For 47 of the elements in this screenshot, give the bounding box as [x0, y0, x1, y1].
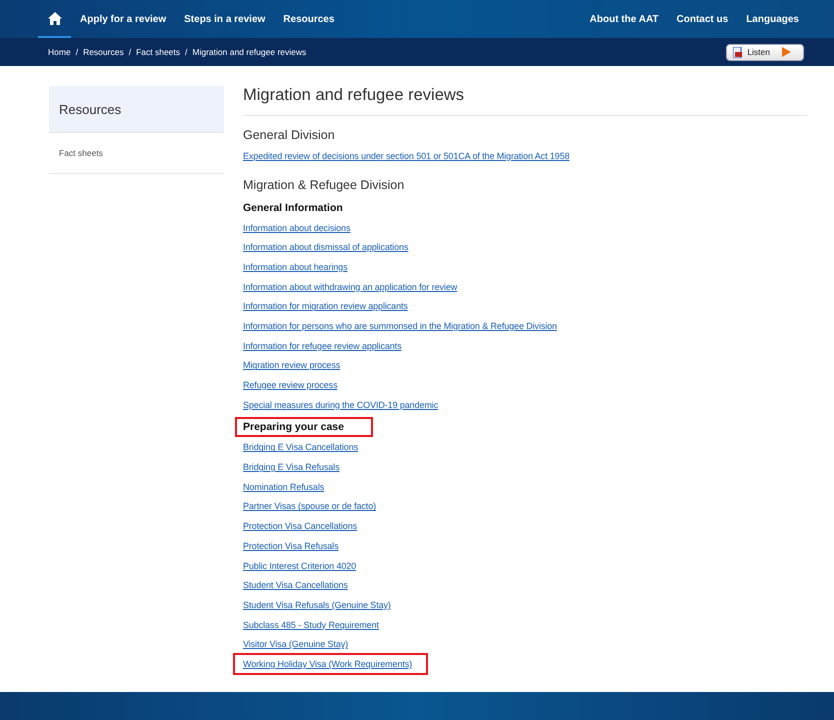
fact-sheet-link[interactable]: Partner Visas (spouse or de facto) [243, 501, 376, 512]
fact-sheet-link[interactable]: Special measures during the COVID-19 pandemic [243, 400, 438, 410]
fact-sheet-link[interactable]: Bridging E Visa Refusals [243, 462, 340, 472]
speaker-icon [733, 46, 744, 58]
fact-sheet-link[interactable]: Protection Visa Cancellations [243, 521, 357, 532]
fact-sheet-link[interactable]: Nomination Refusals [243, 482, 324, 492]
fact-sheet-link[interactable]: Student Visa Refusals (Genuine Stay) [243, 600, 391, 610]
fact-sheet-link[interactable]: Public Interest Criterion 4020 [243, 560, 356, 571]
fact-sheet-link[interactable]: Information about dismissal of applications [243, 242, 408, 252]
breadcrumb-link[interactable]: Home [48, 47, 71, 57]
nav-link[interactable]: Languages [737, 0, 808, 38]
division-heading: Migration & Refugee Division [243, 178, 406, 192]
fact-sheet-link[interactable]: Student Visa Cancellations [243, 580, 348, 590]
breadcrumb-link[interactable]: Resources [83, 47, 124, 57]
fact-sheet-link[interactable]: Information about hearings [243, 262, 348, 272]
fact-sheet-link[interactable]: Information about decisions [243, 222, 350, 233]
nav-link[interactable]: Resources [274, 0, 344, 38]
section-heading: General Information [243, 200, 343, 215]
breadcrumb-separator: / [185, 47, 188, 57]
fact-sheet-link[interactable]: Information for persons who are summonsed in the Migration & Refugee Division [243, 320, 557, 331]
fact-sheet-link[interactable]: Bridging E Visa Cancellations [243, 442, 358, 452]
breadcrumb-separator: / [128, 47, 132, 57]
fact-sheet-link[interactable]: Migration review process [243, 360, 340, 370]
sidebar-heading: Resources [49, 86, 224, 133]
fact-sheet-link[interactable]: Protection Visa Refusals [243, 540, 338, 551]
fact-sheet-link[interactable]: Refugee review process [243, 380, 338, 390]
breadcrumb-link[interactable]: Fact sheets [136, 47, 180, 57]
fact-sheet-link[interactable]: Working Holiday Visa (Work Requirements) [243, 658, 412, 669]
fact-sheet-link[interactable]: Visitor Visa (Genuine Stay) [243, 639, 348, 650]
home-icon [48, 12, 62, 24]
nav-link[interactable]: About the AAT [580, 0, 668, 38]
page-title: Migration and refugee reviews [243, 86, 808, 116]
fact-sheet-link[interactable]: Information about withdrawing an application for review [243, 282, 458, 292]
fact-sheet-link[interactable]: Subclass 485 - Study Requirement [243, 620, 379, 630]
play-icon [782, 47, 791, 57]
nav-link[interactable]: Contact us [668, 0, 738, 38]
nav-link[interactable]: Apply for a review [71, 0, 176, 38]
nav-link[interactable]: Steps in a review [175, 0, 274, 38]
section-heading: Preparing your case [243, 420, 344, 434]
sidebar-item[interactable]: Fact sheets [49, 133, 224, 174]
breadcrumb-current-page: Migration and refugee reviews [192, 47, 306, 57]
fact-sheet-link[interactable]: Information for refugee review applicants [243, 340, 402, 351]
fact-sheet-link[interactable]: Information for migration review applicants [243, 301, 408, 312]
listen-button[interactable]: Listen [726, 44, 804, 60]
division-heading: General Division [243, 128, 336, 142]
breadcrumb-separator: / [76, 47, 78, 57]
fact-sheet-link[interactable]: Expedited review of decisions under section 501 or 501CA of the Migration Act 1958 [243, 150, 570, 161]
